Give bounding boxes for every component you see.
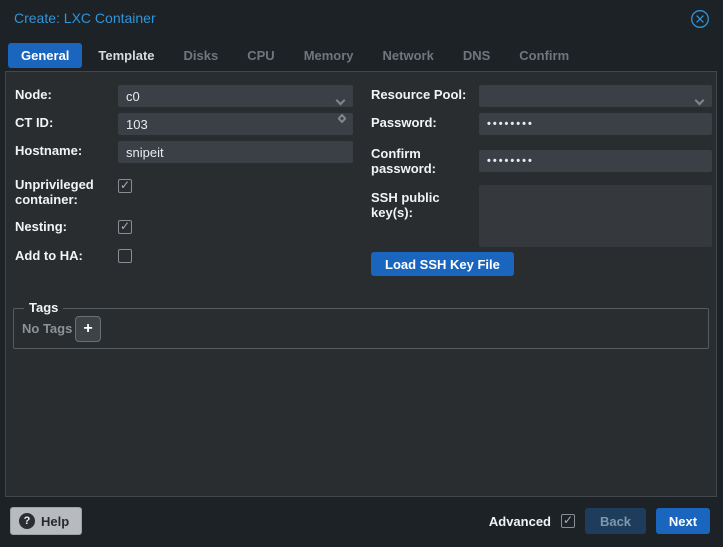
confirm-password-label: Confirm password:	[371, 146, 471, 176]
hostname-input[interactable]: snipeit	[118, 141, 353, 163]
node-combobox[interactable]: c0	[118, 85, 353, 107]
hostname-value: snipeit	[126, 145, 164, 160]
unprivileged-checkbox[interactable]	[118, 179, 132, 193]
ct-id-label: CT ID:	[15, 115, 53, 130]
confirm-password-value: ••••••••	[487, 155, 534, 167]
ssh-keys-label: SSH public key(s):	[371, 190, 471, 220]
ct-id-spinner[interactable]: 103	[118, 113, 353, 135]
dialog-titlebar: Create: LXC Container	[0, 0, 723, 38]
back-button[interactable]: Back	[585, 508, 646, 534]
add-to-ha-checkbox[interactable]	[118, 249, 132, 263]
tab-disks: Disks	[171, 43, 232, 68]
tab-confirm: Confirm	[506, 43, 582, 68]
form-panel: Node: c0 CT ID: 103 Hostname: snipeit Un…	[5, 71, 717, 497]
ct-id-value: 103	[126, 117, 148, 132]
resource-pool-combobox[interactable]	[479, 85, 712, 107]
confirm-password-input[interactable]: ••••••••	[479, 150, 712, 172]
help-icon: ?	[19, 513, 35, 529]
password-value: ••••••••	[487, 118, 534, 130]
spinner-up-down-icon[interactable]	[339, 115, 345, 122]
tab-bar: General Template Disks CPU Memory Networ…	[8, 40, 582, 70]
hostname-label: Hostname:	[15, 143, 82, 158]
plus-icon: +	[83, 320, 92, 338]
help-button[interactable]: ? Help	[10, 507, 82, 535]
unprivileged-label: Unprivileged container:	[15, 177, 110, 207]
tab-template[interactable]: Template	[85, 43, 167, 68]
tab-network: Network	[370, 43, 447, 68]
tags-legend: Tags	[24, 300, 63, 315]
chevron-down-icon	[696, 92, 703, 107]
dialog-title: Create: LXC Container	[14, 10, 156, 26]
load-ssh-key-file-button[interactable]: Load SSH Key File	[371, 252, 514, 276]
next-button[interactable]: Next	[656, 508, 710, 534]
ssh-keys-textarea[interactable]	[479, 185, 712, 247]
password-label: Password:	[371, 115, 437, 130]
chevron-down-icon	[337, 92, 344, 107]
footer-actions: Advanced Back Next	[489, 508, 710, 534]
add-to-ha-label: Add to HA:	[15, 248, 83, 263]
advanced-label: Advanced	[489, 514, 551, 529]
resource-pool-label: Resource Pool:	[371, 87, 466, 102]
tab-general[interactable]: General	[8, 43, 82, 68]
nesting-label: Nesting:	[15, 219, 67, 234]
node-label: Node:	[15, 87, 52, 102]
tags-fieldset: Tags No Tags +	[13, 308, 709, 349]
password-input[interactable]: ••••••••	[479, 113, 712, 135]
tab-memory: Memory	[291, 43, 367, 68]
node-value: c0	[126, 89, 140, 104]
advanced-checkbox[interactable]	[561, 514, 575, 528]
nesting-checkbox[interactable]	[118, 220, 132, 234]
add-tag-button[interactable]: +	[75, 316, 101, 342]
tab-dns: DNS	[450, 43, 503, 68]
tab-cpu: CPU	[234, 43, 287, 68]
close-icon[interactable]	[690, 9, 710, 29]
help-button-label: Help	[41, 514, 69, 529]
no-tags-text: No Tags	[22, 321, 72, 336]
footer-toolbar: ? Help Advanced Back Next	[0, 497, 723, 547]
